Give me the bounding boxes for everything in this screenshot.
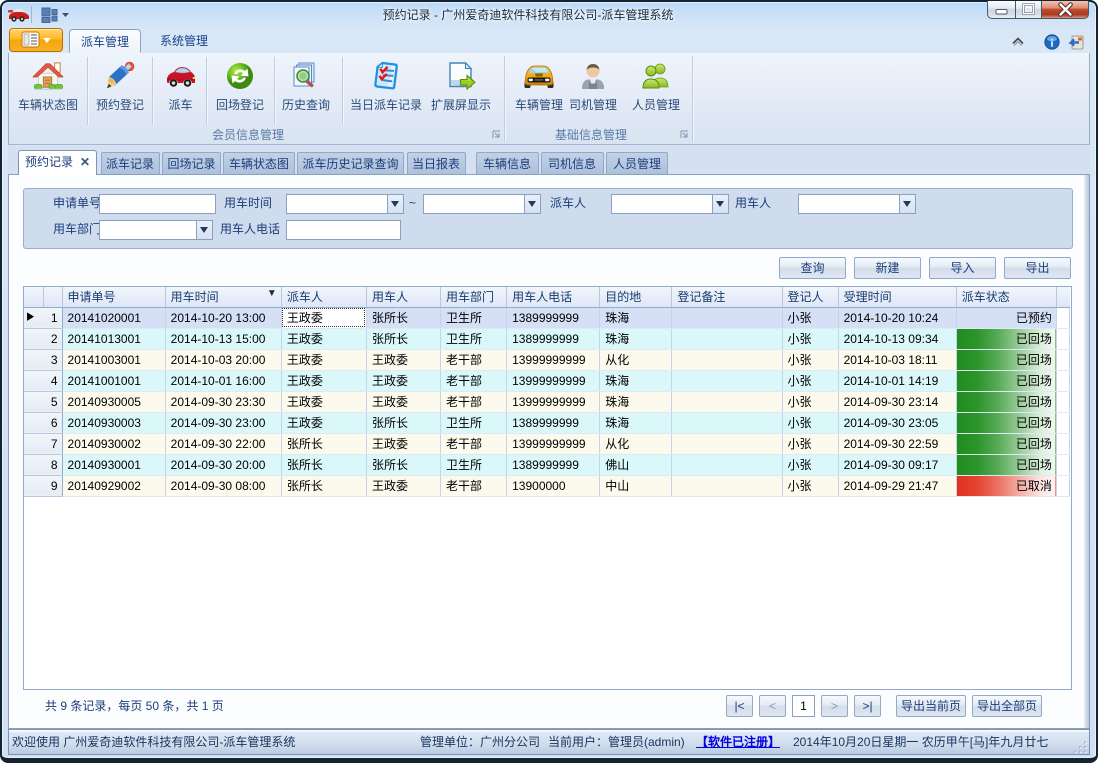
svg-text:i: i (1050, 38, 1053, 50)
